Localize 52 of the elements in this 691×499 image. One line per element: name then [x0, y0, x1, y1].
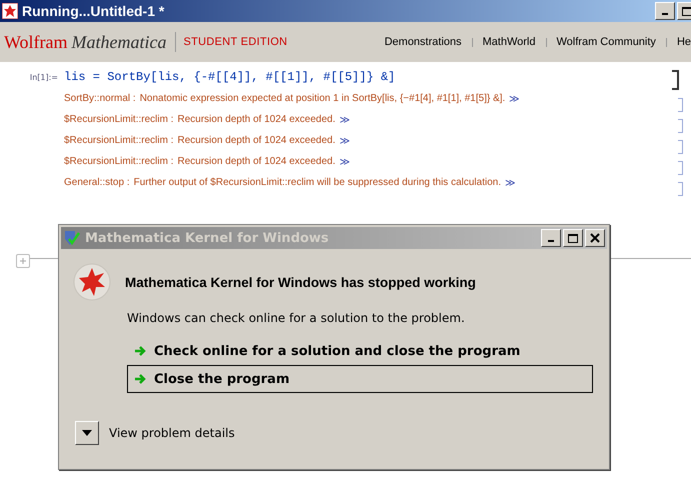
option-button[interactable]: Close the program — [127, 365, 593, 393]
maximize-button[interactable] — [563, 229, 583, 247]
cell-bracket[interactable] — [678, 182, 683, 196]
message-text: Recursion depth of 1024 exceeded. — [177, 135, 336, 146]
message-tag: $RecursionLimit::reclim : — [64, 114, 174, 125]
product-name: Mathematica — [72, 32, 167, 52]
app-icon — [2, 3, 18, 19]
message-tag: $RecursionLimit::reclim : — [64, 135, 174, 146]
message-tag: $RecursionLimit::reclim : — [64, 156, 174, 167]
maximize-button[interactable] — [677, 2, 691, 20]
caret-icon — [82, 430, 92, 436]
input-code: lis = SortBy[lis, {-#[[4]], #[[1]], #[[5]]} &] — [64, 70, 396, 84]
more-link[interactable]: ≫ — [339, 156, 350, 168]
more-link[interactable]: ≫ — [509, 92, 520, 104]
cell-bracket[interactable] — [678, 119, 683, 133]
dialog-heading: Mathematica Kernel for Windows has stopped working — [125, 274, 476, 290]
more-link[interactable]: ≫ — [339, 114, 350, 126]
header-link[interactable]: Wolfram Community — [556, 36, 656, 48]
cell-bracket[interactable] — [678, 161, 683, 175]
message-text: Recursion depth of 1024 exceeded. — [177, 114, 336, 125]
header-link[interactable]: MathWorld — [482, 36, 536, 48]
cell-bracket[interactable] — [672, 70, 679, 90]
cell-bracket[interactable] — [678, 98, 683, 112]
message-tag: General::stop : — [64, 177, 130, 188]
minimize-button[interactable] — [655, 2, 675, 20]
header-link[interactable]: Demonstrations — [384, 36, 462, 48]
window-title: Running...Untitled-1 * — [22, 3, 166, 19]
dialog-message: Windows can check online for a solution to the problem. — [127, 311, 466, 325]
close-icon — [590, 233, 600, 243]
brand-name: Wolfram — [4, 32, 68, 52]
arrow-icon — [134, 345, 148, 357]
more-link[interactable]: ≫ — [339, 134, 350, 146]
dialog-title: Mathematica Kernel for Windows — [85, 230, 330, 246]
more-link[interactable]: ≫ — [505, 176, 515, 188]
maximize-icon — [682, 6, 691, 16]
minimize-button[interactable] — [541, 229, 561, 247]
message-tag: SortBy::normal : — [64, 93, 136, 104]
edition-label: STUDENT EDITION — [184, 36, 288, 48]
maximize-icon — [568, 234, 578, 242]
option-button[interactable]: Check online for a solution and close the program — [127, 337, 593, 365]
message-text: Further output of $RecursionLimit::reclim will be suppressed during this calculation. — [134, 177, 501, 188]
expand-button[interactable] — [75, 421, 99, 445]
cell-bracket[interactable] — [678, 140, 683, 154]
message-text: Recursion depth of 1024 exceeded. — [177, 156, 336, 167]
input-label: In[1]:= — [28, 73, 59, 82]
details-label[interactable]: View problem details — [109, 426, 235, 440]
close-button[interactable] — [585, 229, 605, 247]
arrow-icon — [134, 373, 148, 385]
header-link[interactable]: He — [676, 36, 691, 48]
shield-icon — [63, 229, 81, 247]
message-text: Nonatomic expression expected at position 1 in SortBy[lis, {−#1[4], #1[1], #1[5]} &]. — [140, 93, 506, 104]
insert-cell-icon[interactable] — [16, 254, 30, 268]
